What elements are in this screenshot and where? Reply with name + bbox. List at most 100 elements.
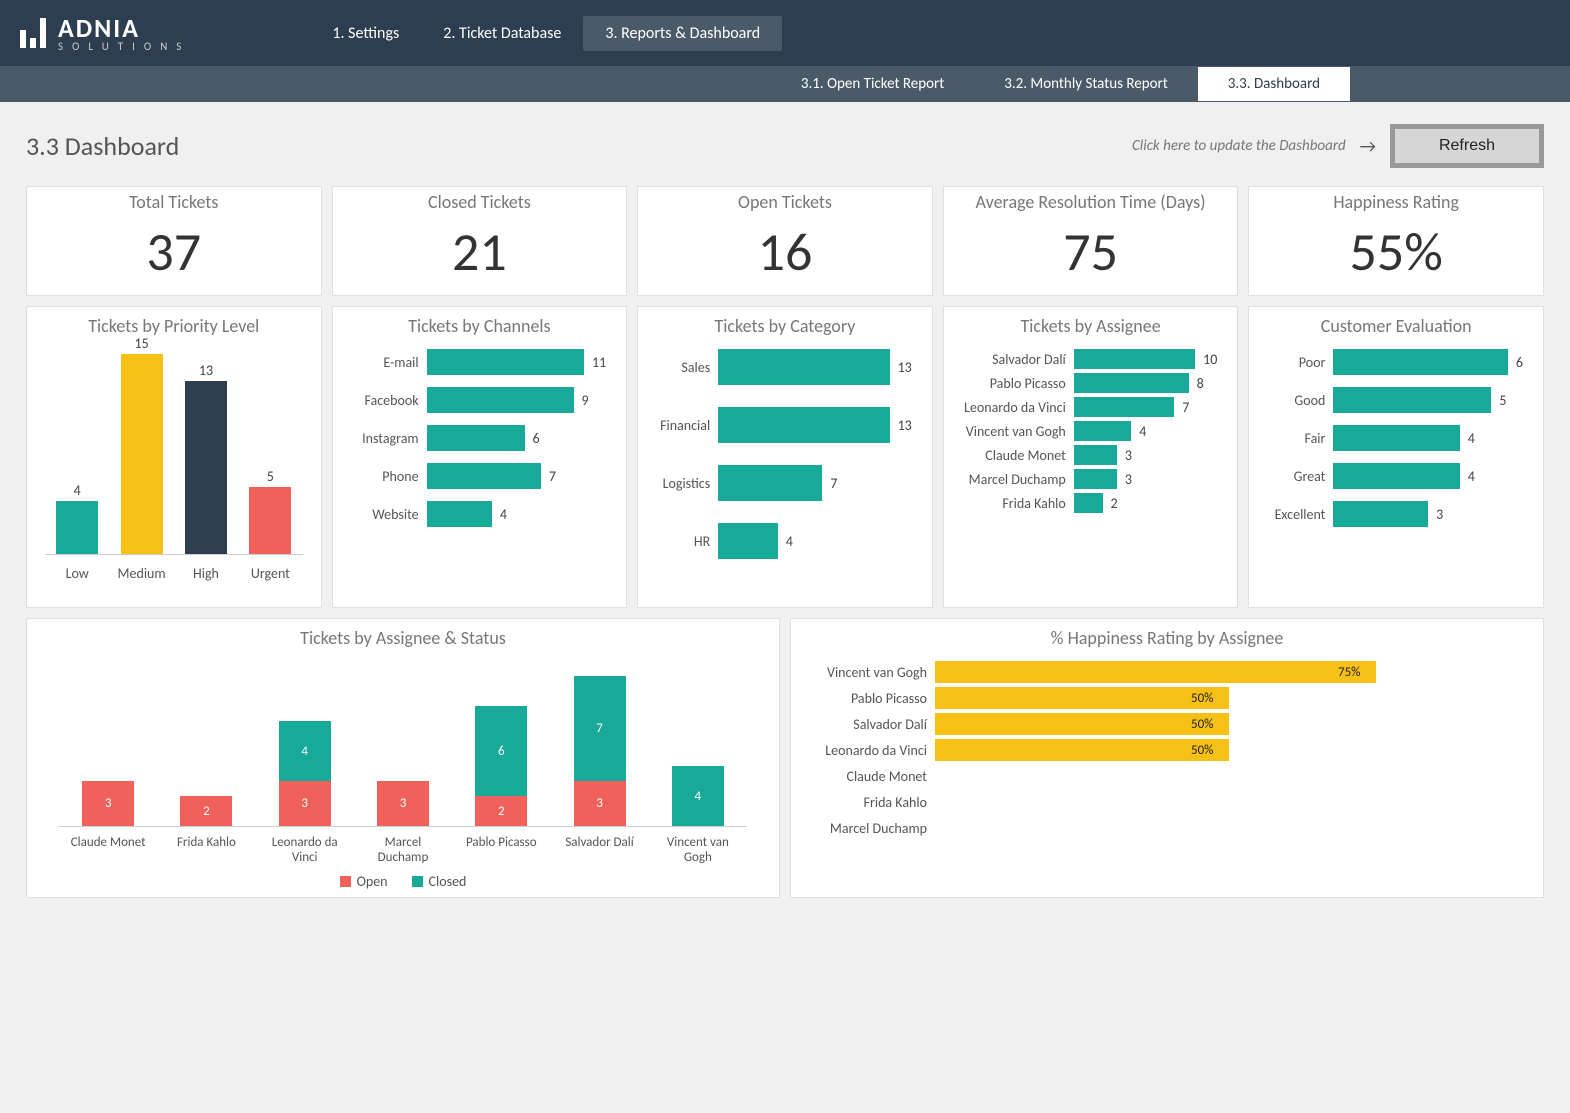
bar-value: 7 <box>830 475 837 492</box>
bar-value: 4 <box>500 506 507 523</box>
category-label: Marcel Duchamp <box>363 835 443 867</box>
category-label: Salvador Dalí <box>807 716 935 733</box>
brand-tagline: SOLUTIONS <box>58 41 190 52</box>
top-bar: ADNIA SOLUTIONS 1. Settings2. Ticket Dat… <box>0 0 1570 66</box>
category-label: HR <box>654 533 718 550</box>
bar <box>1333 349 1507 375</box>
bar-value: 3 <box>1125 471 1132 488</box>
chart-card: Tickets by AssigneeSalvador Dalí10Pablo … <box>943 306 1239 608</box>
category-label: Frida Kahlo <box>960 495 1074 512</box>
category-label: Pablo Picasso <box>807 690 935 707</box>
page-title: 3.3 Dashboard <box>26 130 179 162</box>
category-label: Instagram <box>349 430 427 447</box>
category-label: Facebook <box>349 392 427 409</box>
bar <box>718 407 889 443</box>
category-label: Salvador Dalí <box>560 835 640 867</box>
bar <box>427 349 584 375</box>
bar-value: 7 <box>1182 399 1189 416</box>
bar-value: 4 <box>1139 423 1146 440</box>
bar <box>56 501 98 554</box>
category-label: Leonardo da Vinci <box>960 399 1074 416</box>
bar <box>718 465 822 501</box>
category-label: E-mail <box>349 354 427 371</box>
subnav-item-0[interactable]: 3.1. Open Ticket Report <box>771 67 974 101</box>
bar-value: 6 <box>533 430 540 447</box>
kpi-label: Open Tickets <box>650 191 920 213</box>
bar <box>1074 397 1175 417</box>
bar-value: 13 <box>898 359 912 376</box>
bar <box>935 739 1229 761</box>
bottom-chart-row: Tickets by Assignee & Status3234326374Cl… <box>26 618 1544 898</box>
bar <box>185 381 227 554</box>
category-label: Claude Monet <box>807 768 935 785</box>
refresh-hint: Click here to update the Dashboard <box>1132 137 1346 155</box>
category-label: Sales <box>654 359 718 376</box>
nav-item-1[interactable]: 2. Ticket Database <box>421 16 583 51</box>
top-chart-row: Tickets by Priority Level415135LowMedium… <box>26 306 1544 608</box>
bar-value: 50% <box>1191 691 1213 706</box>
bar-value: 4 <box>74 482 81 499</box>
chart-card: % Happiness Rating by AssigneeVincent va… <box>790 618 1544 898</box>
chart-title: % Happiness Rating by Assignee <box>803 627 1531 649</box>
chart-title: Tickets by Category <box>650 315 920 337</box>
category-label: Poor <box>1265 354 1333 371</box>
category-label: Frida Kahlo <box>807 794 935 811</box>
bar-segment: 3 <box>574 781 626 826</box>
chart-card: Tickets by Category Sales 13 Financial 13 Log… <box>637 306 933 608</box>
category-label: Frida Kahlo <box>166 835 246 867</box>
chart-card: Tickets by Priority Level415135LowMedium… <box>26 306 322 608</box>
refresh-button[interactable]: Refresh <box>1390 124 1544 168</box>
bar <box>427 425 525 451</box>
category-label: Phone <box>349 468 427 485</box>
bar-segment: 3 <box>279 781 331 826</box>
bar-value: 13 <box>898 417 912 434</box>
bar <box>718 349 889 385</box>
bar-value: 2 <box>1111 495 1118 512</box>
category-label: Marcel Duchamp <box>807 820 935 837</box>
subnav-item-2[interactable]: 3.3. Dashboard <box>1198 67 1350 101</box>
nav-item-0[interactable]: 1. Settings <box>310 16 421 51</box>
bar <box>1333 387 1491 413</box>
kpi-row: Total Tickets37Closed Tickets21Open Tick… <box>26 186 1544 296</box>
bar-segment: 2 <box>180 796 232 826</box>
chart-card: Tickets by ChannelsE-mail11Facebook9Inst… <box>332 306 628 608</box>
bar-segment: 7 <box>574 676 626 781</box>
category-label: Logistics <box>654 475 718 492</box>
category-label: Leonardo da Vinci <box>265 835 345 867</box>
bar-value: 75% <box>1338 665 1360 680</box>
category-label: Pablo Picasso <box>461 835 541 867</box>
kpi-label: Total Tickets <box>39 191 309 213</box>
category-label: Fair <box>1265 430 1333 447</box>
nav-item-2[interactable]: 3. Reports & Dashboard <box>583 16 782 51</box>
bar-value: 4 <box>1468 430 1475 447</box>
bar-value: 13 <box>199 362 213 379</box>
legend-item: Closed <box>412 873 467 890</box>
bar <box>249 487 291 554</box>
bar-value: 10 <box>1203 351 1217 368</box>
bar-value: 4 <box>786 533 793 550</box>
kpi-value: 75 <box>956 219 1226 285</box>
bar <box>1333 463 1459 489</box>
category-label: Financial <box>654 417 718 434</box>
bar-segment: 2 <box>475 796 527 826</box>
chart-title: Tickets by Assignee <box>956 315 1226 337</box>
bar <box>1333 501 1428 527</box>
kpi-card-0: Total Tickets37 <box>26 186 322 296</box>
category-label: Low <box>51 565 103 582</box>
bar-value: 5 <box>1499 392 1506 409</box>
category-label: Marcel Duchamp <box>960 471 1074 488</box>
bar <box>1074 373 1189 393</box>
kpi-card-3: Average Resolution Time (Days) 75 <box>943 186 1239 296</box>
chart-card: Customer EvaluationPoor6Good5Fair4Great4… <box>1248 306 1544 608</box>
logo-bars-icon <box>20 18 46 48</box>
kpi-label: Average Resolution Time (Days) <box>956 191 1226 213</box>
category-label: Urgent <box>244 565 296 582</box>
bar <box>1074 469 1117 489</box>
bar <box>1074 493 1103 513</box>
bar-value: 11 <box>592 354 606 371</box>
category-label: Claude Monet <box>68 835 148 867</box>
bar-value: 4 <box>1468 468 1475 485</box>
chart-title: Tickets by Assignee & Status <box>39 627 767 649</box>
subnav-item-1[interactable]: 3.2. Monthly Status Report <box>974 67 1198 101</box>
sub-nav: 3.1. Open Ticket Report3.2. Monthly Stat… <box>0 66 1570 102</box>
